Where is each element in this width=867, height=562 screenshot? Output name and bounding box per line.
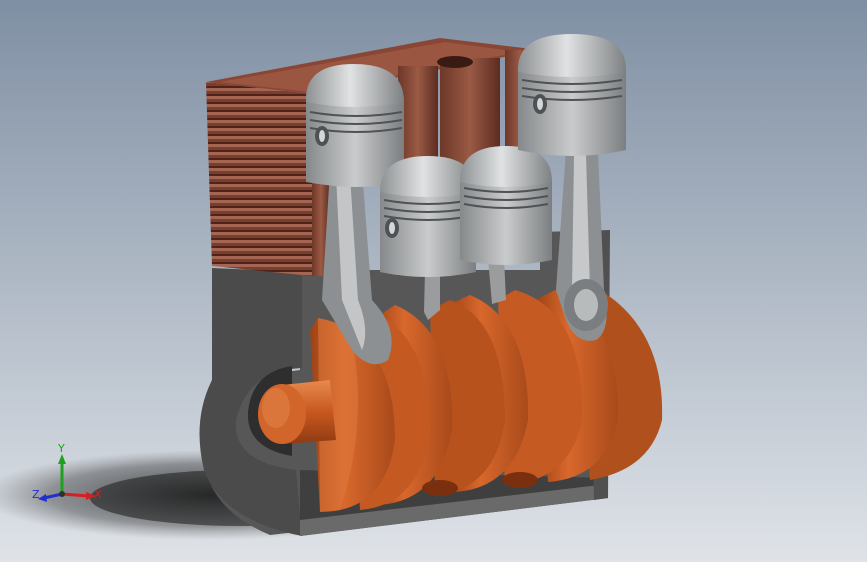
triad-x-axis: X xyxy=(61,488,102,501)
cooling-fins xyxy=(206,82,312,276)
triad-y-label: Y xyxy=(57,442,65,455)
bore-opening xyxy=(437,56,473,68)
triad-y-axis: Y xyxy=(57,442,66,494)
crank-pin-2 xyxy=(502,472,538,488)
graphics-viewport[interactable]: Y X Z xyxy=(0,0,867,562)
triad-origin xyxy=(59,491,65,497)
main-journal-face-hl xyxy=(262,388,290,428)
crank-pin-1 xyxy=(422,480,458,496)
piston-3[interactable] xyxy=(460,146,552,265)
piston-4[interactable] xyxy=(517,34,627,156)
piston-4-pin xyxy=(537,98,543,110)
rod-bearing-4-inner xyxy=(574,289,598,321)
triad-x-label: X xyxy=(94,488,102,501)
piston-1-pin xyxy=(319,130,325,142)
engine-assembly[interactable] xyxy=(199,34,663,536)
triad-z-label: Z xyxy=(32,488,40,501)
triad-z-axis: Z xyxy=(32,488,63,502)
view-orientation-triad[interactable]: Y X Z xyxy=(28,440,108,510)
piston-2-pin xyxy=(389,222,395,234)
piston-4-skirt xyxy=(518,70,626,156)
engine-model-view[interactable] xyxy=(0,0,867,562)
